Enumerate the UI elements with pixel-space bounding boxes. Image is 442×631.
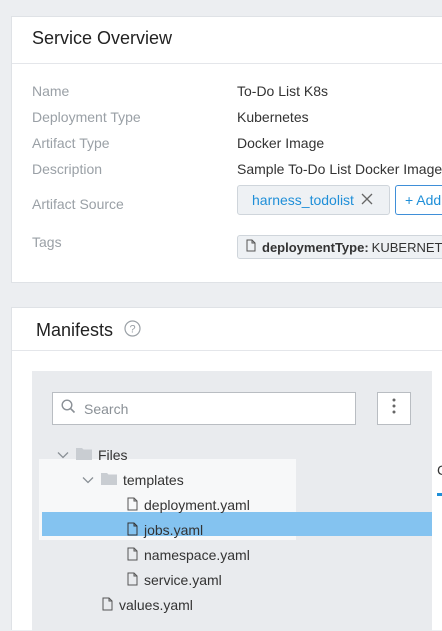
tree-file-values-yaml[interactable]: values.yaml [102,594,193,616]
svg-text:?: ? [129,324,135,336]
folder-icon [76,447,92,463]
deployment-type-label: Deployment Type [32,109,141,125]
folder-icon [101,472,117,488]
manifests-title-text: Manifests [36,320,114,340]
file-icon [127,547,138,564]
right-panel-tab[interactable]: C [437,462,442,478]
chevron-down-icon[interactable] [56,448,70,462]
tag-chip[interactable]: deploymentType: KUBERNETES [237,235,442,259]
tags-label: Tags [32,234,62,250]
artifact-source-chip-label[interactable]: harness_todolist [252,192,354,208]
service-overview-title: Service Overview [32,28,173,48]
card-divider [12,350,442,351]
description-value: Sample To-Do List Docker Image [237,161,442,177]
deployment-type-value: Kubernetes [237,109,309,125]
file-icon [102,597,113,614]
add-artifact-source-button[interactable]: + Add [395,185,442,215]
card-divider [12,63,442,64]
more-options-button[interactable] [377,392,411,425]
name-value: To-Do List K8s [237,83,329,99]
close-icon[interactable] [361,192,373,208]
service-overview-card: Service Overview Name To-Do List K8s Dep… [11,16,442,283]
name-label: Name [32,83,70,99]
file-icon [127,522,138,539]
tree-item-label: templates [123,472,184,488]
description-label: Description [32,161,103,177]
active-tab-indicator [437,493,442,496]
tree-folder-templates[interactable]: templates [81,469,184,491]
file-icon [127,572,138,589]
artifact-source-label: Artifact Source [32,196,124,212]
tree-file-namespace-yaml[interactable]: namespace.yaml [127,544,250,566]
tag-key: deploymentType: [262,239,369,255]
manifests-title: Manifests ? [36,320,141,342]
tree-file-service-yaml[interactable]: service.yaml [127,569,222,591]
tree-item-label: deployment.yaml [144,497,250,513]
artifact-type-label: Artifact Type [32,135,110,151]
tree-file-deployment-yaml[interactable]: deployment.yaml [127,494,250,516]
search-input[interactable] [82,399,336,418]
vertical-dots-icon [392,398,396,419]
manifests-card: Manifests ? Files [11,307,442,631]
tree-folder-files[interactable]: Files [56,444,128,466]
chevron-down-icon[interactable] [81,473,95,487]
manifest-file-browser: Files templates deployment.yaml jobs.yam… [32,371,432,631]
file-icon [127,497,138,514]
tag-icon [246,239,256,255]
artifact-source-chip[interactable]: harness_todolist [237,185,390,215]
tree-item-label: service.yaml [144,572,222,588]
tree-item-label: values.yaml [119,597,193,613]
tree-item-label: jobs.yaml [144,522,204,538]
tag-value: KUBERNETES [371,239,442,255]
search-icon [61,398,76,419]
search-box[interactable] [52,392,356,425]
question-circle-icon[interactable]: ? [124,320,141,342]
artifact-type-value: Docker Image [237,135,325,151]
tree-file-jobs-yaml[interactable]: jobs.yaml [127,519,203,541]
tree-item-label: Files [98,447,128,463]
tree-item-label: namespace.yaml [144,547,250,563]
